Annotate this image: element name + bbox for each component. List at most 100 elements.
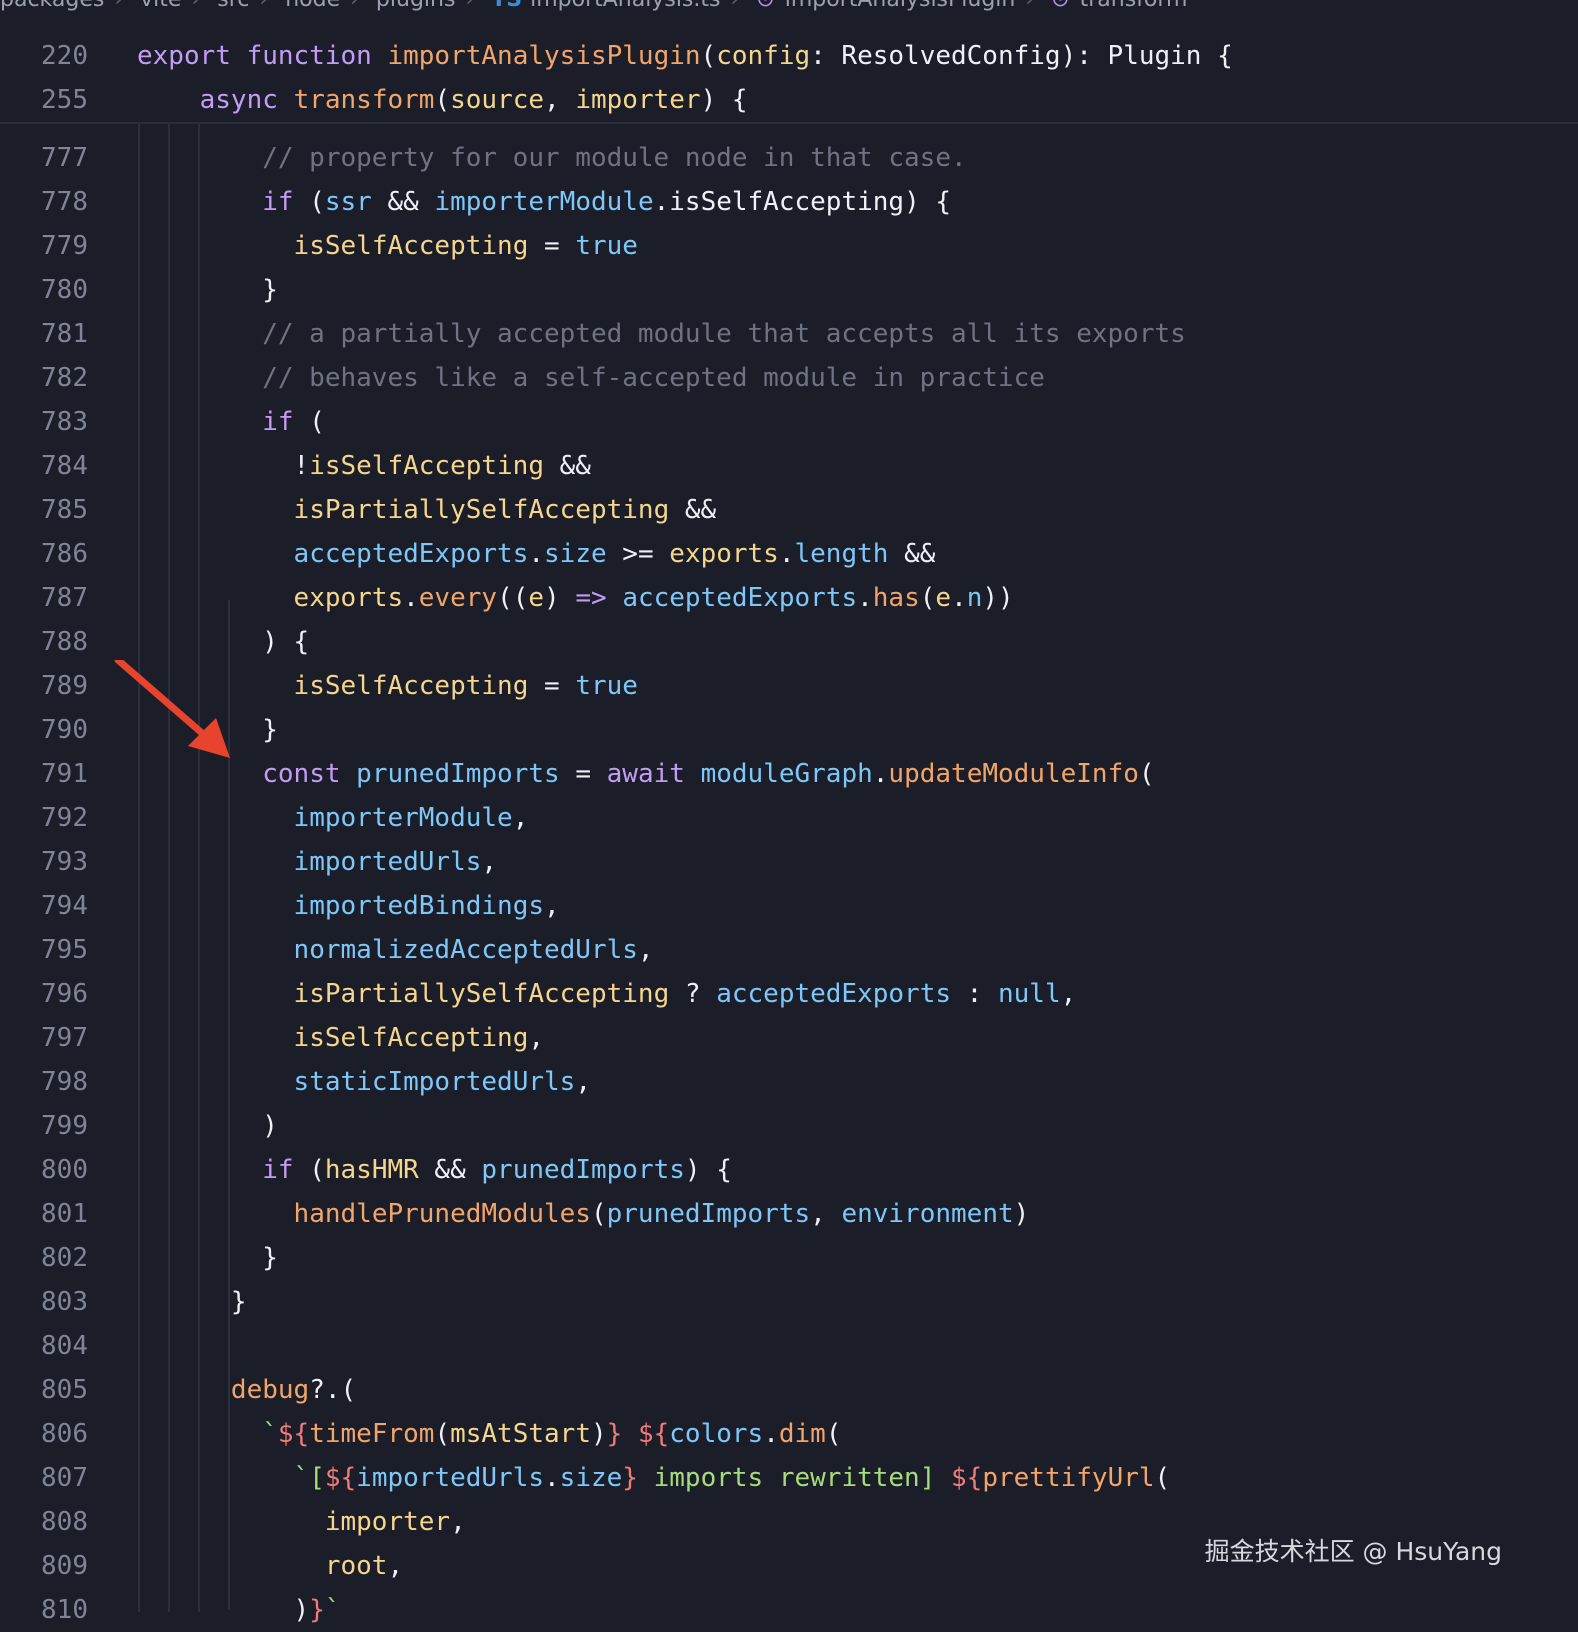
- code-line[interactable]: 800 if (hasHMR && prunedImports) {: [0, 1148, 1578, 1192]
- code-line[interactable]: 782 // behaves like a self-accepted modu…: [0, 356, 1578, 400]
- code-text: importerModule,: [137, 796, 529, 840]
- code-line[interactable]: 781 // a partially accepted module that …: [0, 312, 1578, 356]
- line-number: 790: [41, 715, 88, 745]
- code-token: &&: [544, 451, 591, 481]
- breadcrumb-item[interactable]: plugins: [376, 0, 456, 12]
- code-token: (: [293, 1155, 325, 1185]
- code-line[interactable]: 795 normalizedAcceptedUrls,: [0, 928, 1578, 972]
- breadcrumb-separator: ›: [465, 0, 474, 12]
- code-line[interactable]: 805 debug?.(: [0, 1368, 1578, 1412]
- line-number: 807: [41, 1463, 88, 1493]
- code-token: ): [137, 1595, 310, 1625]
- code-token: prunedImports: [481, 1155, 685, 1185]
- code-line[interactable]: 799 ): [0, 1104, 1578, 1148]
- code-token: acceptedExports: [622, 583, 858, 613]
- line-number: 798: [41, 1067, 88, 1097]
- line-number: 788: [41, 627, 88, 657]
- breadcrumb-item[interactable]: transform: [1080, 0, 1188, 12]
- breadcrumb-item[interactable]: importAnalysisPlugin: [785, 0, 1016, 12]
- code-line[interactable]: 787 exports.every((e) => acceptedExports…: [0, 576, 1578, 620]
- code-line[interactable]: 220 export function importAnalysisPlugin(…: [0, 34, 1578, 78]
- code-line[interactable]: 806 `${timeFrom(msAtStart)} ${colors.dim…: [0, 1412, 1578, 1456]
- code-token: size: [559, 1463, 623, 1493]
- line-number: 796: [41, 979, 88, 1009]
- code-token: const: [262, 759, 341, 789]
- code-editor[interactable]: 777 // property for our module node in t…: [0, 136, 1578, 1632]
- code-line[interactable]: 796 isPartiallySelfAccepting ? acceptedE…: [0, 972, 1578, 1016]
- breadcrumb-item[interactable]: packages: [0, 0, 104, 12]
- code-line[interactable]: 792 importerModule,: [0, 796, 1578, 840]
- code-token: ,: [512, 803, 529, 833]
- line-number: 806: [41, 1419, 88, 1449]
- breadcrumb-separator: ›: [730, 0, 739, 12]
- sticky-scroll-header[interactable]: 220 export function importAnalysisPlugin(…: [0, 34, 1578, 124]
- code-line[interactable]: 797 isSelfAccepting,: [0, 1016, 1578, 1060]
- code-line[interactable]: 255 async transform(source, importer) {: [0, 78, 1578, 122]
- code-token: ): [544, 583, 576, 613]
- code-token: isSelfAccepting: [293, 1023, 529, 1053]
- breadcrumb-item[interactable]: importAnalysis.ts: [530, 0, 720, 12]
- code-line[interactable]: 778 if (ssr && importerModule.isSelfAcce…: [0, 180, 1578, 224]
- line-number: 799: [41, 1111, 88, 1141]
- code-line[interactable]: 785 isPartiallySelfAccepting &&: [0, 488, 1578, 532]
- breadcrumb-item[interactable]: vite: [140, 0, 181, 12]
- code-token: staticImportedUrls: [293, 1067, 576, 1097]
- line-number: 785: [41, 495, 88, 525]
- code-text: const prunedImports = await moduleGraph.…: [137, 752, 1154, 796]
- code-text: isSelfAccepting = true: [137, 224, 638, 268]
- breadcrumb-separator: ›: [259, 0, 268, 12]
- code-token: &&: [418, 1155, 482, 1185]
- breadcrumb-separator: ›: [1025, 0, 1034, 12]
- code-token: }: [606, 1419, 623, 1449]
- code-token: (: [825, 1419, 842, 1449]
- code-text: if (: [137, 400, 325, 444]
- function-symbol-icon: ⊙: [756, 0, 774, 12]
- code-token: isSelfAccepting: [293, 671, 529, 701]
- code-line[interactable]: 801 handlePrunedModules(prunedImports, e…: [0, 1192, 1578, 1236]
- code-line[interactable]: 777 // property for our module node in t…: [0, 136, 1578, 180]
- code-line[interactable]: 807 `[${importedUrls.size} imports rewri…: [0, 1456, 1578, 1500]
- code-token: msAtStart: [450, 1419, 591, 1449]
- breadcrumb: packages › vite › src › node › plugins › TS im…: [0, 0, 1578, 18]
- code-line[interactable]: 803 }: [0, 1280, 1578, 1324]
- breadcrumb-item[interactable]: src: [217, 0, 249, 12]
- line-number: 810: [41, 1595, 88, 1625]
- code-token: importerModule: [434, 187, 654, 217]
- code-token: .isSelfAccepting) {: [653, 187, 952, 217]
- code-text: !isSelfAccepting &&: [137, 444, 591, 488]
- code-token: hasHMR: [324, 1155, 419, 1185]
- line-number: 797: [41, 1023, 88, 1053]
- code-line[interactable]: 779 isSelfAccepting = true: [0, 224, 1578, 268]
- code-line[interactable]: 788 ) {: [0, 620, 1578, 664]
- code-line[interactable]: 798 staticImportedUrls,: [0, 1060, 1578, 1104]
- code-line[interactable]: 804: [0, 1324, 1578, 1368]
- code-text: ) {: [137, 620, 309, 664]
- code-token: transform: [293, 85, 435, 115]
- code-line[interactable]: 793 importedUrls,: [0, 840, 1578, 884]
- line-number: 804: [41, 1331, 88, 1361]
- code-line[interactable]: 802 }: [0, 1236, 1578, 1280]
- code-token: isSelfAccepting: [293, 231, 529, 261]
- code-line[interactable]: 784 !isSelfAccepting &&: [0, 444, 1578, 488]
- code-token: ${: [637, 1419, 670, 1449]
- code-line[interactable]: 780 }: [0, 268, 1578, 312]
- code-token: ,: [637, 935, 654, 965]
- code-text: `${timeFrom(msAtStart)} ${colors.dim(: [137, 1412, 841, 1456]
- code-token: prunedImports: [356, 759, 560, 789]
- code-token: (: [293, 187, 325, 217]
- code-token: }: [137, 1243, 278, 1273]
- code-line[interactable]: 783 if (: [0, 400, 1578, 444]
- code-line[interactable]: 794 importedBindings,: [0, 884, 1578, 928]
- code-token: // property for our module node in that …: [137, 143, 967, 173]
- code-token: length: [794, 539, 889, 569]
- code-token: (: [700, 41, 717, 71]
- code-line[interactable]: 786 acceptedExports.size >= exports.leng…: [0, 532, 1578, 576]
- code-token: imports rewritten]: [637, 1463, 952, 1493]
- line-number: 795: [41, 935, 88, 965]
- breadcrumb-item[interactable]: node: [285, 0, 340, 12]
- code-line[interactable]: 810 )}`: [0, 1588, 1578, 1632]
